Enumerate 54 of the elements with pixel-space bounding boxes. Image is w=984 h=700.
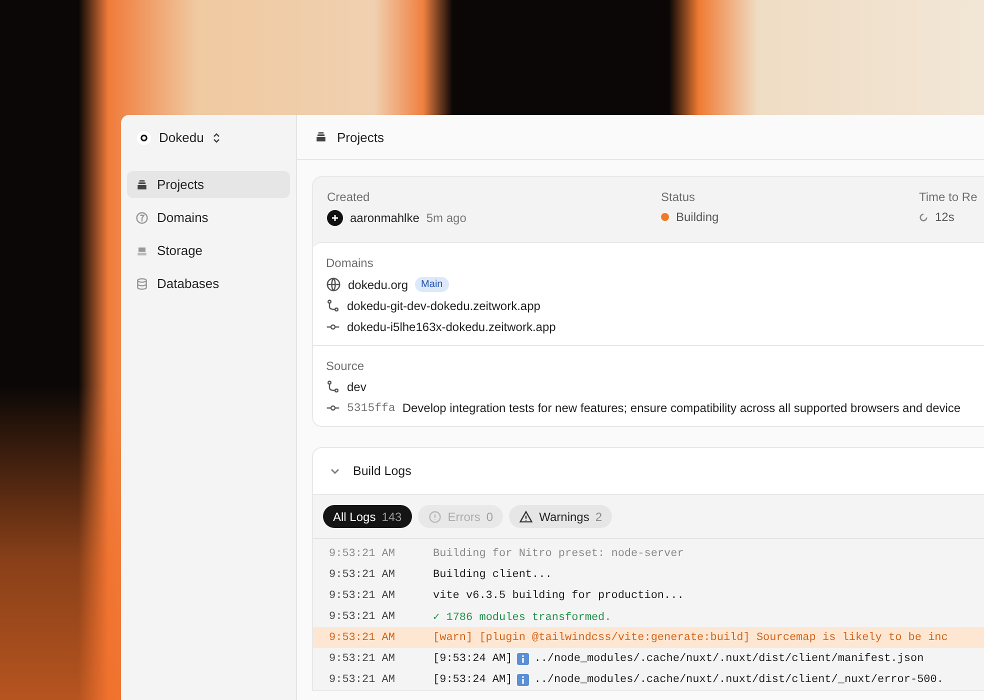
sidebar-item[interactable]: Storage xyxy=(127,237,290,264)
log-message: ../node_modules/.cache/nuxt/.nuxt/dist/client/manifest.json xyxy=(534,652,924,664)
log-filter-tab[interactable]: Warnings 2 xyxy=(509,505,612,528)
sidebar-item[interactable]: Databases xyxy=(127,270,290,297)
database-icon xyxy=(135,276,149,290)
page-title: Projects xyxy=(337,130,384,144)
status-value: Building xyxy=(676,210,719,224)
workspace-logo xyxy=(137,130,151,144)
avatar xyxy=(327,210,343,226)
stack-icon xyxy=(135,178,149,192)
commit-message: Develop integration tests for new features; ensure compatibility across all supported browsers and device xyxy=(402,401,961,415)
log-prefix: [9:53:24 AM] xyxy=(433,674,512,686)
log-time: 9:53:21 AM xyxy=(329,568,396,580)
log-message: Building for Nitro preset: node-server xyxy=(433,548,684,560)
duration-value: 12s xyxy=(935,210,954,224)
info-icon xyxy=(517,652,530,664)
branch-name: dev xyxy=(347,380,366,394)
log-message: [warn] [plugin @tailwindcss/vite:generate:build] Sourcemap is likely to be inc xyxy=(433,632,948,644)
chevron-up-down-icon[interactable] xyxy=(212,132,221,144)
section-title: Build Logs xyxy=(353,464,412,478)
log-time: 9:53:21 AM xyxy=(329,652,396,664)
spinner-icon xyxy=(919,212,928,222)
log-time: 9:53:21 AM xyxy=(329,674,396,686)
log-time: 9:53:21 AM xyxy=(329,590,396,602)
user-name: aaronmahlke xyxy=(350,211,420,225)
warning-icon xyxy=(519,510,534,524)
info-icon xyxy=(517,674,530,686)
log-time: 9:53:21 AM xyxy=(329,632,396,644)
stack-icon xyxy=(314,130,328,144)
section-label: Domains xyxy=(326,256,374,270)
log-message: Building client... xyxy=(433,568,552,580)
log-message: ../node_modules/.cache/nuxt/.nuxt/dist/client/_nuxt/error-500. xyxy=(534,674,944,686)
domain-link[interactable]: dokedu-git-dev-dokedu.zeitwork.app xyxy=(347,299,540,313)
alert-circle-icon xyxy=(428,510,442,524)
workspace-name[interactable]: Dokedu xyxy=(159,130,204,145)
field-label: Created xyxy=(327,190,371,204)
sidebar-item[interactable]: Projects xyxy=(127,171,290,198)
log-prefix: [9:53:24 AM] xyxy=(433,652,512,664)
log-filter-tab[interactable]: All Logs 143 xyxy=(323,505,412,528)
log-message: ✓ 1786 modules transformed. xyxy=(433,610,612,624)
created-time: 5m ago xyxy=(426,211,466,225)
field-label: Status xyxy=(661,190,696,204)
domain-link[interactable]: dokedu-i5lhe163x-dokedu.zeitwork.app xyxy=(347,320,556,334)
log-message: vite v6.3.5 building for production... xyxy=(433,590,684,602)
domain-link[interactable]: dokedu.org xyxy=(348,278,408,292)
log-time: 9:53:21 AM xyxy=(329,548,396,560)
commit-hash: 5315ffa xyxy=(347,402,396,414)
branch-icon xyxy=(326,380,340,394)
log-time: 9:53:21 AM xyxy=(329,610,396,622)
sidebar-item[interactable]: Domains xyxy=(127,204,290,231)
main-badge: Main xyxy=(415,277,449,292)
section-label: Source xyxy=(326,359,366,373)
field-label: Time to Re xyxy=(919,190,978,204)
branch-icon xyxy=(326,299,340,313)
